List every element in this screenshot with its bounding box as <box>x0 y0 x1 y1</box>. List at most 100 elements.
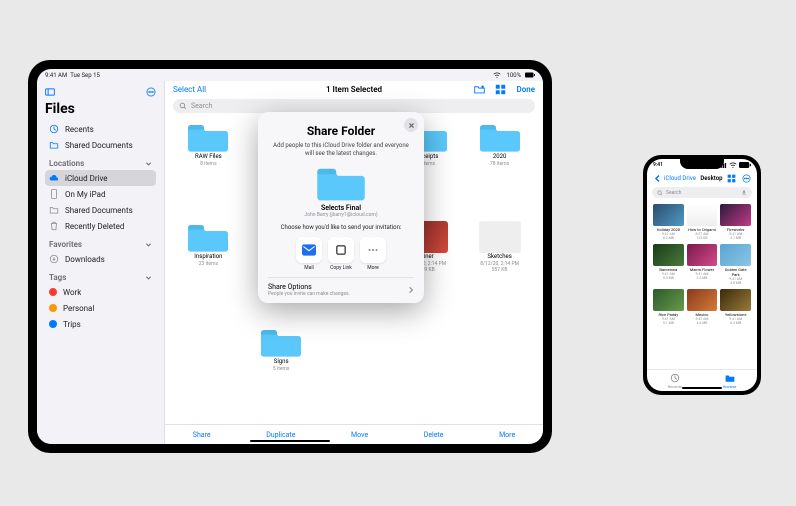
file-item[interactable]: Rice Paddy9:41 AM 5.1 MB <box>653 289 684 325</box>
folder-icon <box>49 205 59 215</box>
more-icon[interactable] <box>146 87 156 97</box>
file-item[interactable]: Fireworks9:41 AM 4.1 MB <box>720 204 751 240</box>
sidebar-item-label: Downloads <box>65 255 105 264</box>
folder-icon <box>49 140 59 150</box>
file-item[interactable]: RAW Files8 items <box>173 121 244 217</box>
sidebar-item-icloud[interactable]: iCloud Drive <box>45 170 156 186</box>
tab-browse[interactable]: Browse <box>723 373 736 389</box>
folder-icon <box>725 373 735 383</box>
sidebar-item-trash[interactable]: Recently Deleted <box>45 218 156 234</box>
search-input[interactable]: Search <box>173 99 535 113</box>
sidebar-item-downloads[interactable]: Downloads <box>45 251 156 267</box>
move-button[interactable]: Move <box>351 431 368 439</box>
share-option-more[interactable]: More <box>360 237 386 271</box>
tab-recents[interactable]: Recents <box>668 373 682 389</box>
popover-folder-name: Selects Final <box>321 204 361 212</box>
share-options-row[interactable]: Share OptionsPeople you invite can make … <box>268 277 414 299</box>
chevron-right-icon <box>408 286 414 294</box>
tab-label: Browse <box>723 384 736 389</box>
sidebar-item-label: Recently Deleted <box>65 222 124 231</box>
done-button[interactable]: Done <box>516 85 535 94</box>
more-icon <box>366 243 380 257</box>
share-button[interactable]: Share <box>193 431 211 439</box>
share-option-label: Mail <box>304 265 314 271</box>
file-thumb <box>653 204 684 226</box>
file-item[interactable]: Macro Flower9:41 AM 3.2 MB <box>687 244 718 285</box>
search-placeholder: Search <box>666 190 681 196</box>
sidebar-item-recents[interactable]: Recents <box>45 121 156 137</box>
status-time: 9:41 AM <box>45 72 67 79</box>
wifi-icon <box>492 72 502 78</box>
sidebar-section-locations[interactable]: Locations <box>45 159 156 168</box>
cloud-icon <box>49 173 59 183</box>
notch <box>680 159 724 169</box>
sidebar-item-onmyipad[interactable]: On My iPad <box>45 186 156 202</box>
share-option-copylink[interactable]: Copy Link <box>328 237 354 271</box>
file-item[interactable]: How to Origami8:27 AM 123 KB <box>687 204 718 240</box>
mail-icon <box>302 243 316 257</box>
sidebar-section-tags[interactable]: Tags <box>45 273 156 282</box>
file-thumb <box>720 289 751 311</box>
file-thumb <box>479 221 521 253</box>
clock-icon <box>670 373 680 383</box>
file-meta: 5 items <box>273 366 290 372</box>
file-meta: 8 items <box>200 161 217 167</box>
tag-dot-orange <box>49 304 57 312</box>
sidebar-title: Files <box>45 101 156 117</box>
file-item[interactable]: Barcelona9:41 AM 5.3 MB <box>653 244 684 285</box>
battery-icon <box>525 72 535 78</box>
file-item[interactable]: Yellowstone9:41 AM 6.2 MB <box>720 289 751 325</box>
file-name: Inspiration <box>194 253 222 260</box>
sidebar-item-label: Work <box>63 288 81 297</box>
file-meta: 78 items <box>490 161 509 167</box>
grid-icon[interactable] <box>727 174 736 183</box>
file-thumb <box>720 244 751 266</box>
select-all-button[interactable]: Select All <box>173 85 206 94</box>
tag-dot-red <box>49 288 57 296</box>
mic-icon[interactable] <box>741 190 747 196</box>
close-button[interactable] <box>404 118 418 132</box>
grid-icon[interactable] <box>495 84 506 95</box>
file-thumb <box>687 289 718 311</box>
file-meta: 9:41 AM 4.1 MB <box>720 232 751 240</box>
file-item[interactable]: Mexico9:41 AM 4.6 MB <box>687 289 718 325</box>
home-indicator[interactable] <box>682 387 722 389</box>
file-meta: 9:41 AM 5.3 MB <box>653 272 684 280</box>
sidebar-section-favorites[interactable]: Favorites <box>45 240 156 249</box>
file-item[interactable]: Sketches8/12/20, 2:14 PM 557 KB <box>464 221 535 323</box>
more-button[interactable]: More <box>499 431 515 439</box>
sidebar-item-label: iCloud Drive <box>65 174 108 183</box>
back-button[interactable]: iCloud Drive <box>653 174 696 183</box>
file-item[interactable]: Inspiration23 items <box>173 221 244 323</box>
iphone-search-input[interactable]: Search <box>652 187 752 198</box>
sidebar-tag-personal[interactable]: Personal <box>45 300 156 316</box>
status-bar: 9:41 AM Tue Sep 15 100% <box>37 69 543 81</box>
share-option-mail[interactable]: Mail <box>296 237 322 271</box>
svg-text:+: + <box>482 85 484 89</box>
delete-button[interactable]: Delete <box>424 431 444 439</box>
file-thumb <box>687 204 718 226</box>
sidebar-toggle-icon[interactable] <box>45 87 55 97</box>
sidebar-item-shared-docs[interactable]: Shared Documents <box>45 202 156 218</box>
file-item[interactable]: Golden Gate Park9:41 AM 4.8 MB <box>720 244 751 285</box>
duplicate-button[interactable]: Duplicate <box>266 431 295 439</box>
home-indicator[interactable] <box>250 440 330 442</box>
file-item[interactable]: Holiday 20209:41 AM 8.2 MB <box>653 204 684 240</box>
sidebar-tag-trips[interactable]: Trips <box>45 316 156 332</box>
sidebar-item-label: Trips <box>63 320 81 329</box>
file-item[interactable]: 202078 items <box>464 121 535 217</box>
sidebar-item-label: Shared Documents <box>65 141 133 150</box>
sidebar-tag-work[interactable]: Work <box>45 284 156 300</box>
chevron-down-icon <box>145 241 152 248</box>
close-icon <box>408 122 415 129</box>
folder-icon <box>260 326 302 358</box>
sidebar-item-shared-docs-top[interactable]: Shared Documents <box>45 137 156 153</box>
more-icon[interactable] <box>742 174 751 183</box>
chevron-left-icon <box>653 174 662 183</box>
file-name: 2020 <box>493 153 507 160</box>
file-item[interactable]: Signs5 items <box>246 326 317 422</box>
file-name: Signs <box>274 358 289 365</box>
status-battery: 100% <box>506 72 521 79</box>
new-folder-icon[interactable]: + <box>474 84 485 95</box>
tag-dot-blue <box>49 320 57 328</box>
